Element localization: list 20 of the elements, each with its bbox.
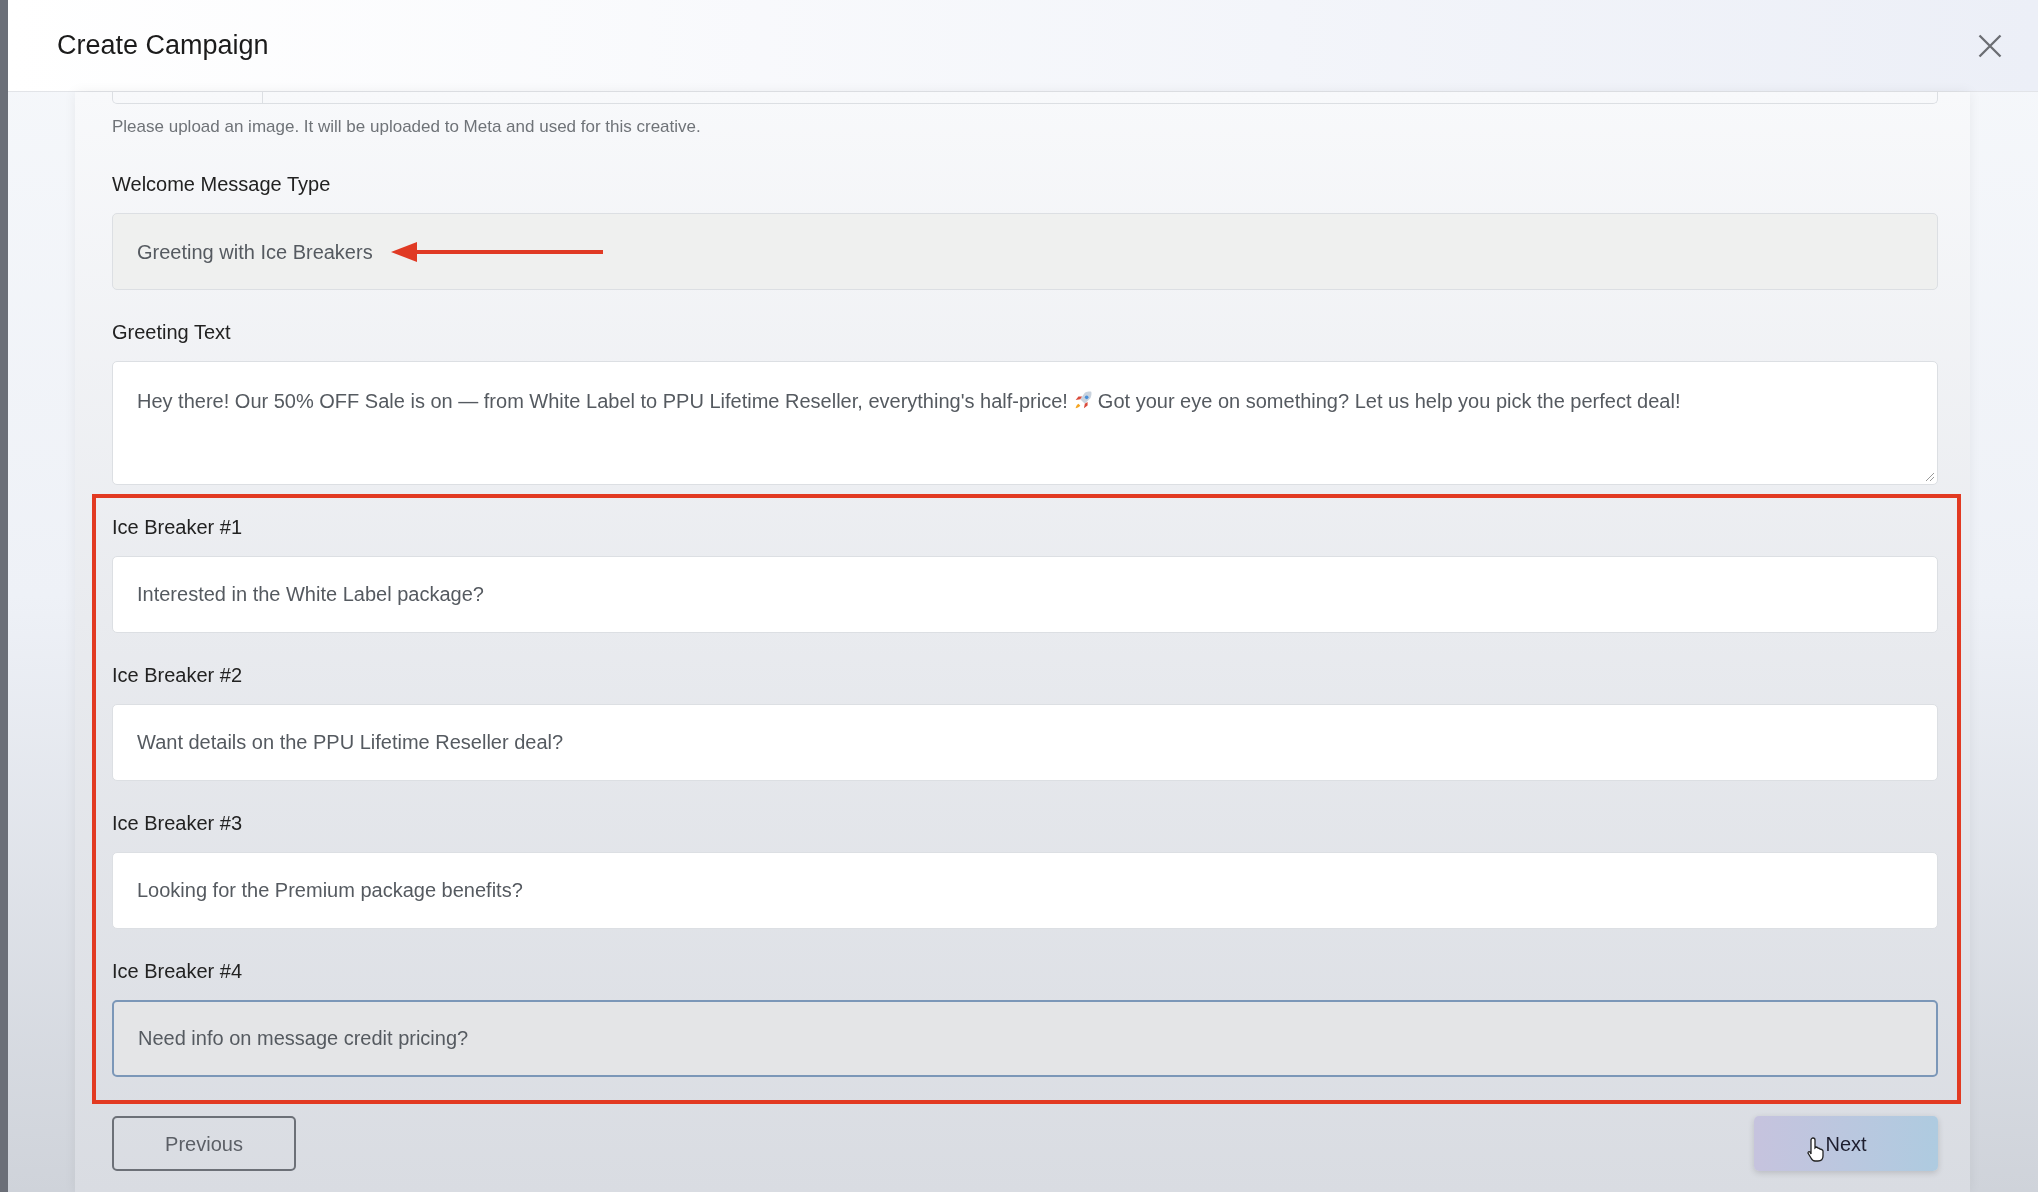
greeting-text: Got your eye on something? Let us help you pick the perfect deal!: [1097, 390, 1681, 412]
helper-text: Please upload an image. It will be uploaded to Meta and used for this creative.: [112, 116, 702, 138]
field-label: Ice Breaker #1: [112, 515, 244, 539]
input-field[interactable]: Need info on message credit pricing?: [112, 1000, 1938, 1077]
field-label: Ice Breaker #2: [112, 663, 244, 687]
input-field[interactable]: Want details on the PPU Lifetime Reseller deal?: [112, 704, 1938, 781]
next-button[interactable]: Next: [1754, 1116, 1938, 1171]
input-field[interactable]: Interested in the White Label package?: [112, 556, 1938, 633]
previous-button[interactable]: Previous: [112, 1116, 296, 1171]
field-value: Greeting with Ice Breakers: [137, 239, 373, 265]
greeting-text: Hey there! Our 50% OFF Sale is on — from White Label to PPU Lifetime Reseller, everything's half-price!: [137, 390, 1068, 412]
file-input-field[interactable]: [112, 92, 1938, 104]
input-field[interactable]: Looking for the Premium package benefits?: [112, 852, 1938, 929]
greeting-textarea[interactable]: Hey there! Our 50% OFF Sale is on — from White Label to PPU Lifetime Reseller, everything's half-price! Got your eye on something? Let us help you pick the perfect deal!: [112, 361, 1938, 485]
field-label: Ice Breaker #3: [112, 811, 244, 835]
field-label: Welcome Message Type: [112, 172, 332, 196]
field-label: Greeting Text: [112, 320, 232, 344]
dialog-title: Create Campaign: [57, 29, 269, 63]
resize-handle-icon[interactable]: [1925, 472, 1935, 482]
field-label: Ice Breaker #4: [112, 959, 244, 983]
